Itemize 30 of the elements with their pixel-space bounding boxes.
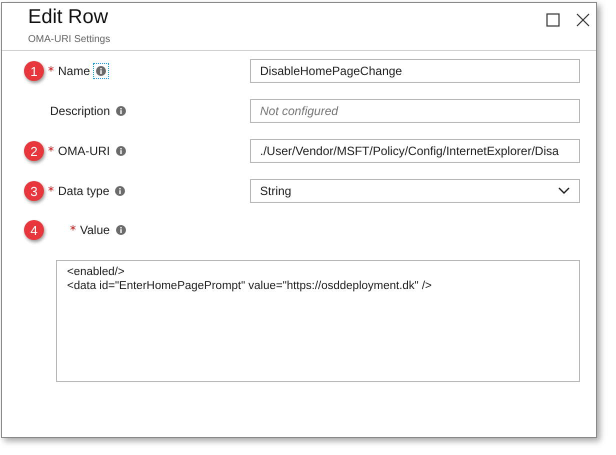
step-badge: 2 [24,141,44,161]
field-label: Description [50,104,110,118]
step-badge: 3 [24,181,44,201]
panel-subtitle: OMA-URI Settings [28,34,112,45]
text-field[interactable]: DisableHomePageChange [250,59,580,83]
required-mark: * [48,184,54,198]
dropdown[interactable]: String [250,179,580,203]
info-icon[interactable] [94,64,108,78]
required-mark: * [48,64,54,78]
step-badge: 4 [24,220,44,240]
panel-title: Edit Row [28,6,110,29]
field-label: OMA-URI [58,144,110,158]
value-textarea[interactable]: <enabled/> <data id="EnterHomePagePrompt" value="https://osddeployment.dk" /> [56,260,580,382]
maximize-button[interactable] [546,13,560,27]
chevron-down-icon [558,187,570,195]
code-line: <enabled/> [67,266,126,278]
step-badge: 1 [24,61,44,81]
field-label: Value [80,223,110,237]
info-icon[interactable] [114,144,128,158]
text-field[interactable]: Not configured [250,99,580,123]
info-icon[interactable] [114,104,128,118]
required-mark: * [70,223,76,237]
text-field[interactable]: ./User/Vendor/MSFT/Policy/Config/InternetExplorer/Disa [250,139,580,163]
field-label: Name [58,64,90,78]
required-mark: * [48,144,54,158]
info-icon[interactable] [113,184,128,198]
field-label: Data type [58,184,110,198]
info-icon[interactable] [114,223,128,237]
close-button[interactable] [576,13,590,27]
code-line: <data id="EnterHomePagePrompt" value="https://osddeployment.dk" /> [67,280,433,292]
